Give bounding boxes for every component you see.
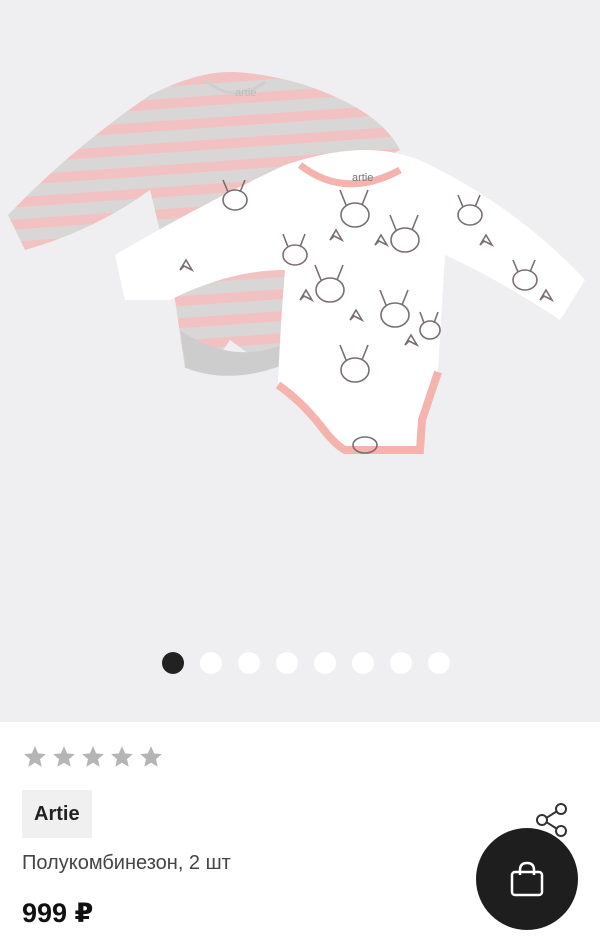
gallery-dot-2[interactable]: [200, 652, 222, 674]
star-icon: [53, 746, 75, 767]
product-photo: artie artie: [8, 71, 585, 454]
gallery-dot-6[interactable]: [352, 652, 374, 674]
gallery-dot-1[interactable]: [162, 652, 184, 674]
star-icon: [140, 746, 162, 767]
star-icon: [111, 746, 133, 767]
gallery-dot-7[interactable]: [390, 652, 412, 674]
gallery-dot-4[interactable]: [276, 652, 298, 674]
product-price: 999 ₽: [22, 898, 94, 928]
star-icon: [24, 746, 46, 767]
gallery-pagination: [0, 652, 600, 674]
gallery-dot-8[interactable]: [428, 652, 450, 674]
brand-link[interactable]: Artie: [22, 790, 92, 838]
star-icon: [82, 746, 104, 767]
rating-stars[interactable]: [22, 744, 164, 770]
product-image-gallery[interactable]: artie artie: [0, 0, 600, 722]
gallery-dot-3[interactable]: [238, 652, 260, 674]
gallery-dot-5[interactable]: [314, 652, 336, 674]
product-info: Artie Полукомбинезон, 2 шт 999 ₽: [0, 722, 600, 951]
product-name: Полукомбинезон, 2 шт: [22, 852, 231, 874]
brand-print: artie: [235, 87, 256, 99]
shopping-bag-icon: [510, 861, 544, 897]
brand-print: artie: [352, 172, 373, 184]
add-to-cart-button[interactable]: [476, 828, 578, 930]
